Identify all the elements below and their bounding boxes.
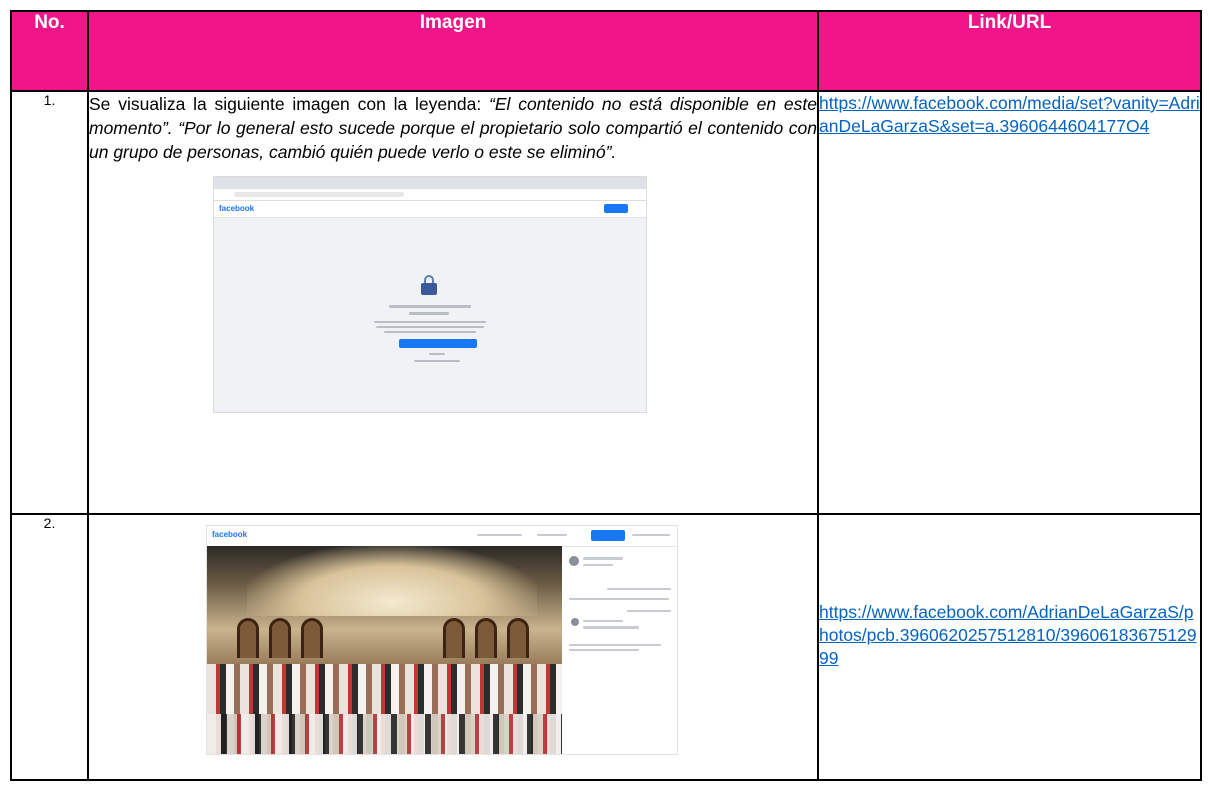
- header-imagen: Imagen: [87, 10, 819, 92]
- facebook-navbar: facebook: [207, 526, 677, 547]
- link-cell: https://www.facebook.com/media/set?vanit…: [817, 90, 1202, 515]
- row-number: 2.: [10, 513, 89, 781]
- header-link-url: Link/URL: [817, 10, 1202, 92]
- description-text: Se visualiza la siguiente imagen con la …: [89, 94, 489, 114]
- facebook-photo-screenshot: facebook: [206, 525, 678, 755]
- lock-icon: [421, 275, 437, 295]
- image-cell: facebook: [87, 513, 819, 781]
- login-button-thumb: [604, 204, 628, 213]
- header-no: No.: [10, 10, 89, 92]
- facebook-logo: facebook: [219, 204, 255, 213]
- image-cell: Se visualiza la siguiente imagen con la …: [87, 90, 819, 515]
- evidence-table: No. Imagen Link/URL 1. Se visualiza la s…: [10, 10, 1202, 781]
- row-description: Se visualiza la siguiente imagen con la …: [89, 92, 817, 164]
- table-row: 2. facebook https://www.facebook.com/Adr…: [10, 513, 1202, 781]
- browser-tab-strip: [214, 177, 646, 189]
- url-link[interactable]: https://www.facebook.com/AdrianDeLaGarza…: [819, 601, 1200, 670]
- login-button-thumb: [591, 530, 625, 541]
- event-photo: [207, 546, 562, 754]
- table-row: 1. Se visualiza la siguiente imagen con …: [10, 90, 1202, 515]
- go-to-feed-button-thumb: [399, 339, 477, 348]
- row-number: 1.: [10, 90, 89, 515]
- url-link[interactable]: https://www.facebook.com/media/set?vanit…: [819, 92, 1200, 138]
- facebook-navbar: facebook: [214, 201, 646, 218]
- facebook-logo: facebook: [212, 530, 248, 539]
- link-cell: https://www.facebook.com/AdrianDeLaGarza…: [817, 513, 1202, 781]
- browser-address-bar: [214, 189, 646, 201]
- header-row: No. Imagen Link/URL: [10, 10, 1202, 92]
- content-unavailable-screenshot: facebook: [213, 176, 647, 413]
